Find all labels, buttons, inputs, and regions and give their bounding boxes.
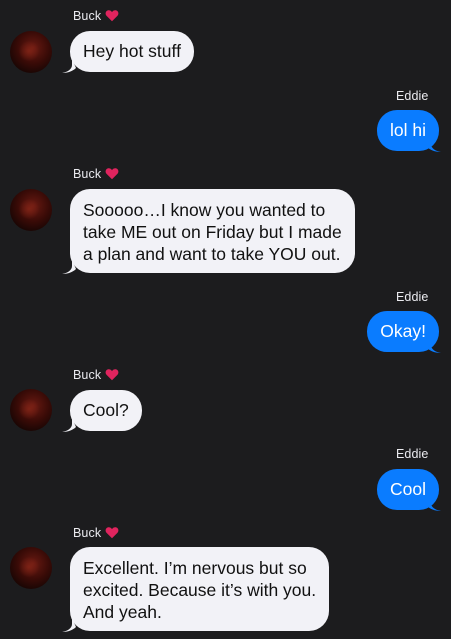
heart-icon [105,9,119,25]
message-bubble-incoming[interactable]: Excellent. I’m nervous but so excited. B… [70,547,330,631]
message-line: Sooooo…I know you wanted to [83,200,326,220]
sender-name: Eddie [396,447,428,461]
sender-name-text: Eddie [396,89,429,103]
avatar[interactable] [10,189,52,231]
sender-name: Eddie [396,290,428,304]
sender-name-text: Buck [73,167,102,181]
message-bubble-incoming[interactable]: Sooooo…I know you wanted to take ME out … [70,189,355,273]
message-bubble-outgoing[interactable]: Cool [377,469,439,510]
avatar[interactable] [10,389,52,431]
sender-name-text: Eddie [396,447,429,461]
message-bubble-incoming[interactable]: Hey hot stuff [70,31,194,72]
sender-name: Buck [73,368,119,384]
message-line: And yeah. [83,602,162,622]
sender-name-text: Buck [73,368,102,382]
message-bubble-incoming[interactable]: Cool? [70,390,142,431]
message-bubble-outgoing[interactable]: lol hi [377,110,439,151]
sender-name-text: Buck [73,526,102,540]
message-line: take ME out on Friday but I made [83,222,342,242]
heart-icon [105,368,119,384]
message-line: a plan and want to take YOU out. [83,244,341,264]
message-line: excited. Because it’s with you. [83,580,317,600]
avatar[interactable] [10,31,52,73]
avatar[interactable] [10,547,52,589]
sender-name: Eddie [396,89,428,103]
message-line: Excellent. I’m nervous but so [83,558,307,578]
heart-icon [105,526,119,542]
sender-name: Buck [73,9,119,25]
sender-name: Buck [73,526,119,542]
message-bubble-outgoing[interactable]: Okay! [367,311,439,352]
sender-name: Buck [73,167,119,183]
sender-name-text: Buck [73,9,102,23]
heart-icon [105,167,119,183]
sender-name-text: Eddie [396,290,429,304]
